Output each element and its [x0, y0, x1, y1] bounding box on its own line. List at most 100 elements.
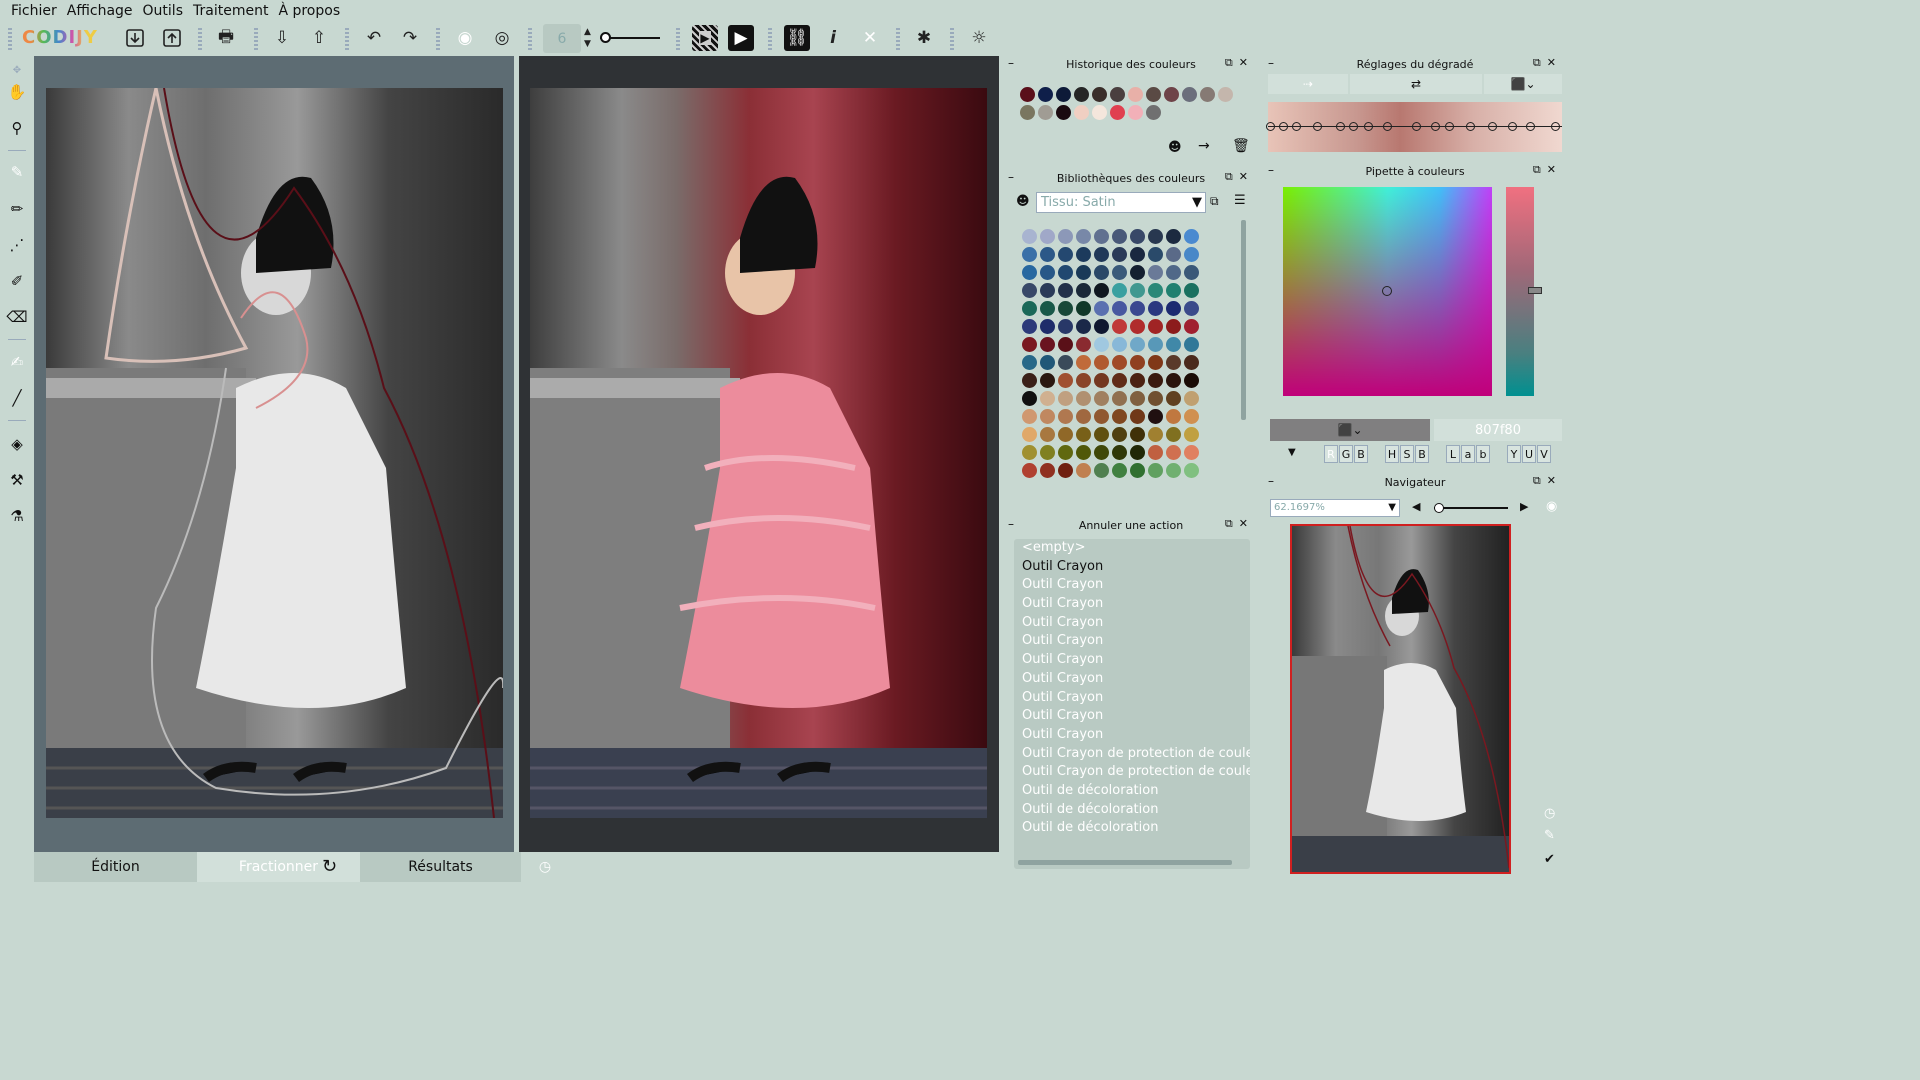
history-color-swatch[interactable]	[1020, 87, 1035, 102]
library-color-swatch[interactable]	[1022, 247, 1037, 262]
library-color-swatch[interactable]	[1058, 373, 1073, 388]
library-color-swatch[interactable]	[1094, 319, 1109, 334]
panel-controls[interactable]: ⧉✕	[1225, 170, 1254, 184]
history-color-swatch[interactable]	[1110, 87, 1125, 102]
library-color-swatch[interactable]	[1076, 337, 1091, 352]
undo-list-item[interactable]: Outil Crayon	[1014, 576, 1250, 595]
hue-handle[interactable]	[1528, 287, 1542, 294]
library-color-swatch[interactable]	[1148, 445, 1163, 460]
library-color-swatch[interactable]	[1130, 463, 1145, 478]
check-icon[interactable]: ✔	[1544, 852, 1555, 867]
library-color-swatch[interactable]	[1040, 265, 1055, 280]
library-color-swatch[interactable]	[1166, 427, 1181, 442]
history-color-swatch[interactable]	[1074, 105, 1089, 120]
library-color-swatch[interactable]	[1148, 283, 1163, 298]
library-color-swatch[interactable]	[1112, 445, 1127, 460]
info-icon[interactable]: i	[820, 25, 846, 51]
slider-knob[interactable]	[1434, 503, 1444, 513]
color-mode-button[interactable]: G	[1339, 445, 1353, 463]
color-mode-button[interactable]: V	[1537, 445, 1551, 463]
arrow-right-icon[interactable]: →	[1198, 138, 1210, 154]
library-color-swatch[interactable]	[1112, 319, 1127, 334]
library-color-swatch[interactable]	[1148, 391, 1163, 406]
debug-icon[interactable]: ☼	[966, 25, 992, 51]
library-color-swatch[interactable]	[1040, 229, 1055, 244]
library-color-swatch[interactable]	[1148, 319, 1163, 334]
stamp-icon[interactable]: ⚒	[5, 468, 29, 492]
library-color-swatch[interactable]	[1148, 355, 1163, 370]
undo-list-item[interactable]: Outil Crayon	[1014, 558, 1250, 577]
history-color-swatch[interactable]	[1020, 105, 1035, 120]
library-color-swatch[interactable]	[1076, 427, 1091, 442]
undo-list-item[interactable]: <empty>	[1014, 539, 1250, 558]
library-color-swatch[interactable]	[1148, 265, 1163, 280]
link-icon[interactable]: ⛓	[784, 25, 810, 51]
color-mode-button[interactable]: a	[1461, 445, 1475, 463]
library-color-swatch[interactable]	[1112, 265, 1127, 280]
hex-input[interactable]: 807f80	[1434, 419, 1562, 441]
library-color-swatch[interactable]	[1058, 409, 1073, 424]
library-color-swatch[interactable]	[1166, 445, 1181, 460]
library-color-swatch[interactable]	[1184, 409, 1199, 424]
marker-icon[interactable]: ✐	[5, 269, 29, 293]
library-color-swatch[interactable]	[1058, 355, 1073, 370]
zoom-slider[interactable]	[1434, 503, 1508, 513]
undo-list-item[interactable]: Outil Crayon	[1014, 689, 1250, 708]
library-color-swatch[interactable]	[1058, 445, 1073, 460]
toolbar-grip[interactable]	[896, 28, 900, 50]
library-color-swatch[interactable]	[1076, 373, 1091, 388]
history-color-swatch[interactable]	[1128, 87, 1143, 102]
library-color-swatch[interactable]	[1058, 283, 1073, 298]
library-color-swatch[interactable]	[1076, 391, 1091, 406]
panel-controls[interactable]: ⧉✕	[1533, 163, 1562, 177]
library-color-swatch[interactable]	[1058, 229, 1073, 244]
library-color-swatch[interactable]	[1184, 355, 1199, 370]
settings-icon[interactable]: ✱	[911, 25, 937, 51]
history-color-swatch[interactable]	[1146, 87, 1161, 102]
history-color-swatch[interactable]	[1092, 87, 1107, 102]
library-color-swatch[interactable]	[1112, 337, 1127, 352]
zoom-select[interactable]: 62.1697% ▼	[1270, 499, 1400, 517]
detach-icon[interactable]: ⧉	[1210, 194, 1219, 209]
history-color-swatch[interactable]	[1128, 105, 1143, 120]
color-mode-button[interactable]: Y	[1507, 445, 1521, 463]
fill-bucket-icon[interactable]: ◈	[5, 432, 29, 456]
fullscreen-icon[interactable]: ✕	[857, 25, 883, 51]
undo-list-item[interactable]: Outil Crayon de protection de coule	[1014, 763, 1250, 782]
library-color-swatch[interactable]	[1094, 355, 1109, 370]
library-color-swatch[interactable]	[1166, 337, 1181, 352]
library-color-swatch[interactable]	[1022, 229, 1037, 244]
palette-icon[interactable]: ☻	[1016, 194, 1030, 209]
library-color-swatch[interactable]	[1094, 301, 1109, 316]
library-color-swatch[interactable]	[1058, 427, 1073, 442]
history-color-swatch[interactable]	[1110, 105, 1125, 120]
library-color-swatch[interactable]	[1148, 463, 1163, 478]
print-icon[interactable]: 🖶	[213, 25, 239, 51]
hide-eye-icon[interactable]: ◎	[489, 25, 515, 51]
library-color-swatch[interactable]	[1184, 229, 1199, 244]
undo-list-item[interactable]: Outil de décoloration	[1014, 819, 1250, 838]
undo-list-item[interactable]: Outil Crayon	[1014, 595, 1250, 614]
export-icon[interactable]	[159, 25, 185, 51]
color-mode-button[interactable]: L	[1446, 445, 1460, 463]
library-color-swatch[interactable]	[1040, 283, 1055, 298]
library-color-swatch[interactable]	[1022, 445, 1037, 460]
library-color-swatch[interactable]	[1112, 247, 1127, 262]
library-color-swatch[interactable]	[1184, 301, 1199, 316]
undo-list-item[interactable]: Outil de décoloration	[1014, 782, 1250, 801]
panel-controls[interactable]: ⧉✕	[1533, 474, 1562, 488]
library-color-swatch[interactable]	[1112, 229, 1127, 244]
library-color-swatch[interactable]	[1148, 247, 1163, 262]
navigator-thumbnail[interactable]	[1290, 524, 1511, 874]
library-color-swatch[interactable]	[1058, 391, 1073, 406]
library-color-swatch[interactable]	[1076, 283, 1091, 298]
library-color-swatch[interactable]	[1112, 391, 1127, 406]
library-color-swatch[interactable]	[1022, 463, 1037, 478]
library-color-swatch[interactable]	[1166, 373, 1181, 388]
toolbar-grip[interactable]	[436, 28, 440, 50]
color-swatch-dropdown[interactable]: ⬛⌄	[1270, 419, 1430, 441]
hue-slider[interactable]	[1506, 187, 1542, 396]
undo-icon[interactable]: ↶	[361, 25, 387, 51]
library-color-swatch[interactable]	[1184, 463, 1199, 478]
brush-size-input[interactable]: 6	[543, 24, 581, 53]
